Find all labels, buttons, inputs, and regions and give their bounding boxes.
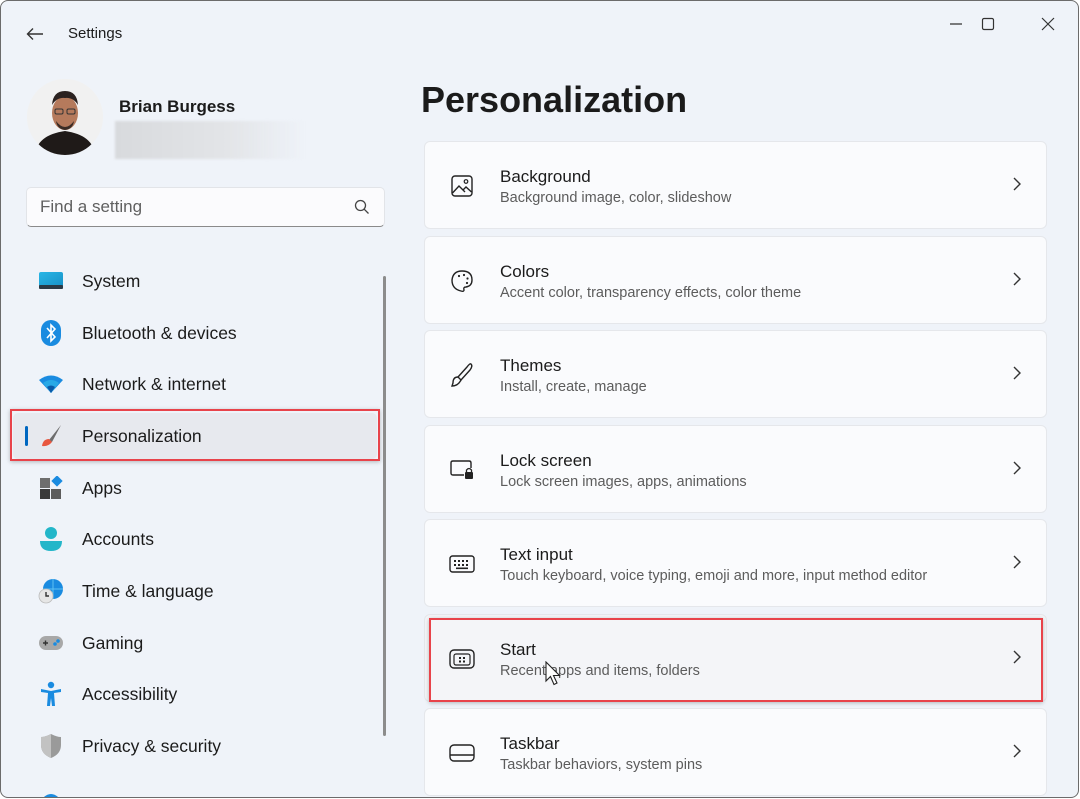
sidebar-scrollbar[interactable]: [383, 276, 386, 736]
sidebar-item-label: System: [82, 270, 141, 291]
back-button[interactable]: [21, 21, 49, 47]
back-arrow-icon: [26, 28, 43, 40]
sidebar-item-system[interactable]: System: [13, 258, 377, 304]
sidebar-item-label: Bluetooth & devices: [82, 322, 237, 343]
brush-icon: [449, 363, 475, 387]
lock-screen-icon: [449, 458, 475, 482]
shield-icon: [38, 734, 64, 758]
sidebar-item-accounts[interactable]: Accounts: [13, 516, 377, 562]
card-subtitle: Accent color, transparency effects, colo…: [500, 285, 802, 301]
card-title: Taskbar: [500, 734, 560, 753]
account-icon: [38, 527, 64, 551]
settings-window: Settings Brian Burgess System: [0, 0, 1079, 798]
sidebar-item-label: Privacy & security: [82, 735, 222, 756]
sidebar-item-personalization[interactable]: Personalization: [13, 413, 377, 459]
paintbrush-icon: [38, 425, 64, 447]
maximize-icon: [981, 17, 995, 31]
card-background[interactable]: Background Background image, color, slid…: [424, 141, 1047, 229]
page-title: Personalization: [421, 79, 688, 120]
card-title: Themes: [500, 356, 562, 375]
search-icon[interactable]: [354, 199, 370, 215]
sidebar-item-label: Network & internet: [82, 373, 226, 394]
search-box[interactable]: [26, 187, 385, 227]
wifi-icon: [38, 373, 64, 395]
sidebar-item-label: Apps: [82, 477, 122, 498]
card-title: Background: [500, 167, 591, 186]
minimize-icon: [950, 23, 962, 25]
chevron-right-icon: [1013, 461, 1021, 475]
chevron-right-icon: [1013, 177, 1021, 191]
image-icon: [449, 174, 475, 198]
chevron-right-icon: [1013, 555, 1021, 569]
card-title: Text input: [500, 545, 573, 564]
card-lock-screen[interactable]: Lock screen Lock screen images, apps, an…: [424, 425, 1047, 513]
card-subtitle: Taskbar behaviors, system pins: [500, 757, 703, 773]
sidebar-item-label: Personalization: [82, 425, 202, 446]
card-title: Start: [500, 640, 536, 659]
app-title: Settings: [68, 25, 123, 42]
globe-clock-icon: [38, 579, 64, 604]
card-taskbar[interactable]: Taskbar Taskbar behaviors, system pins: [424, 708, 1047, 796]
palette-icon: [449, 269, 475, 293]
card-themes[interactable]: Themes Install, create, manage: [424, 330, 1047, 418]
user-email-redacted: [115, 121, 305, 159]
card-title: Colors: [500, 262, 550, 281]
gamepad-icon: [38, 632, 64, 654]
bluetooth-icon: [38, 320, 64, 346]
update-icon: [38, 785, 64, 797]
maximize-button[interactable]: [965, 9, 1011, 39]
sidebar-item-bluetooth[interactable]: Bluetooth & devices: [13, 310, 377, 356]
sidebar-item-gaming[interactable]: Gaming: [13, 620, 377, 666]
card-text-input[interactable]: Text input Touch keyboard, voice typing,…: [424, 519, 1047, 607]
keyboard-icon: [449, 552, 475, 576]
apps-icon: [38, 476, 64, 499]
search-input[interactable]: [27, 197, 337, 217]
avatar[interactable]: [27, 79, 103, 155]
card-subtitle: Recent apps and items, folders: [500, 663, 700, 679]
sidebar-item-privacy-security[interactable]: Privacy & security: [13, 723, 377, 769]
sidebar-item-label: Time & language: [82, 580, 214, 601]
accessibility-icon: [38, 681, 64, 706]
close-icon: [1041, 17, 1055, 31]
card-title: Lock screen: [500, 451, 592, 470]
sidebar-item-accessibility[interactable]: Accessibility: [13, 671, 377, 717]
card-subtitle: Background image, color, slideshow: [500, 190, 732, 206]
active-indicator: [25, 426, 28, 446]
sidebar-item-label: Gaming: [82, 632, 144, 653]
chevron-right-icon: [1013, 744, 1021, 758]
start-icon: [449, 647, 475, 671]
sidebar-item-apps[interactable]: Apps: [13, 465, 377, 511]
taskbar-icon: [449, 741, 475, 765]
card-start[interactable]: Start Recent apps and items, folders: [424, 614, 1047, 702]
card-subtitle: Lock screen images, apps, animations: [500, 474, 747, 490]
chevron-right-icon: [1013, 366, 1021, 380]
sidebar-item-time-language[interactable]: Time & language: [13, 568, 377, 614]
user-name: Brian Burgess: [119, 97, 236, 116]
close-button[interactable]: [1025, 9, 1071, 39]
sidebar-item-label: Accounts: [82, 528, 154, 549]
sidebar-item-label: Accessibility: [82, 683, 178, 704]
user-photo: [27, 79, 103, 155]
chevron-right-icon: [1013, 272, 1021, 286]
sidebar-item-network[interactable]: Network & internet: [13, 361, 377, 407]
system-icon: [38, 270, 64, 292]
sidebar-item-windows-update-partial[interactable]: [13, 775, 377, 797]
card-subtitle: Touch keyboard, voice typing, emoji and …: [500, 568, 928, 584]
card-subtitle: Install, create, manage: [500, 379, 647, 395]
chevron-right-icon: [1013, 650, 1021, 664]
card-colors[interactable]: Colors Accent color, transparency effect…: [424, 236, 1047, 324]
